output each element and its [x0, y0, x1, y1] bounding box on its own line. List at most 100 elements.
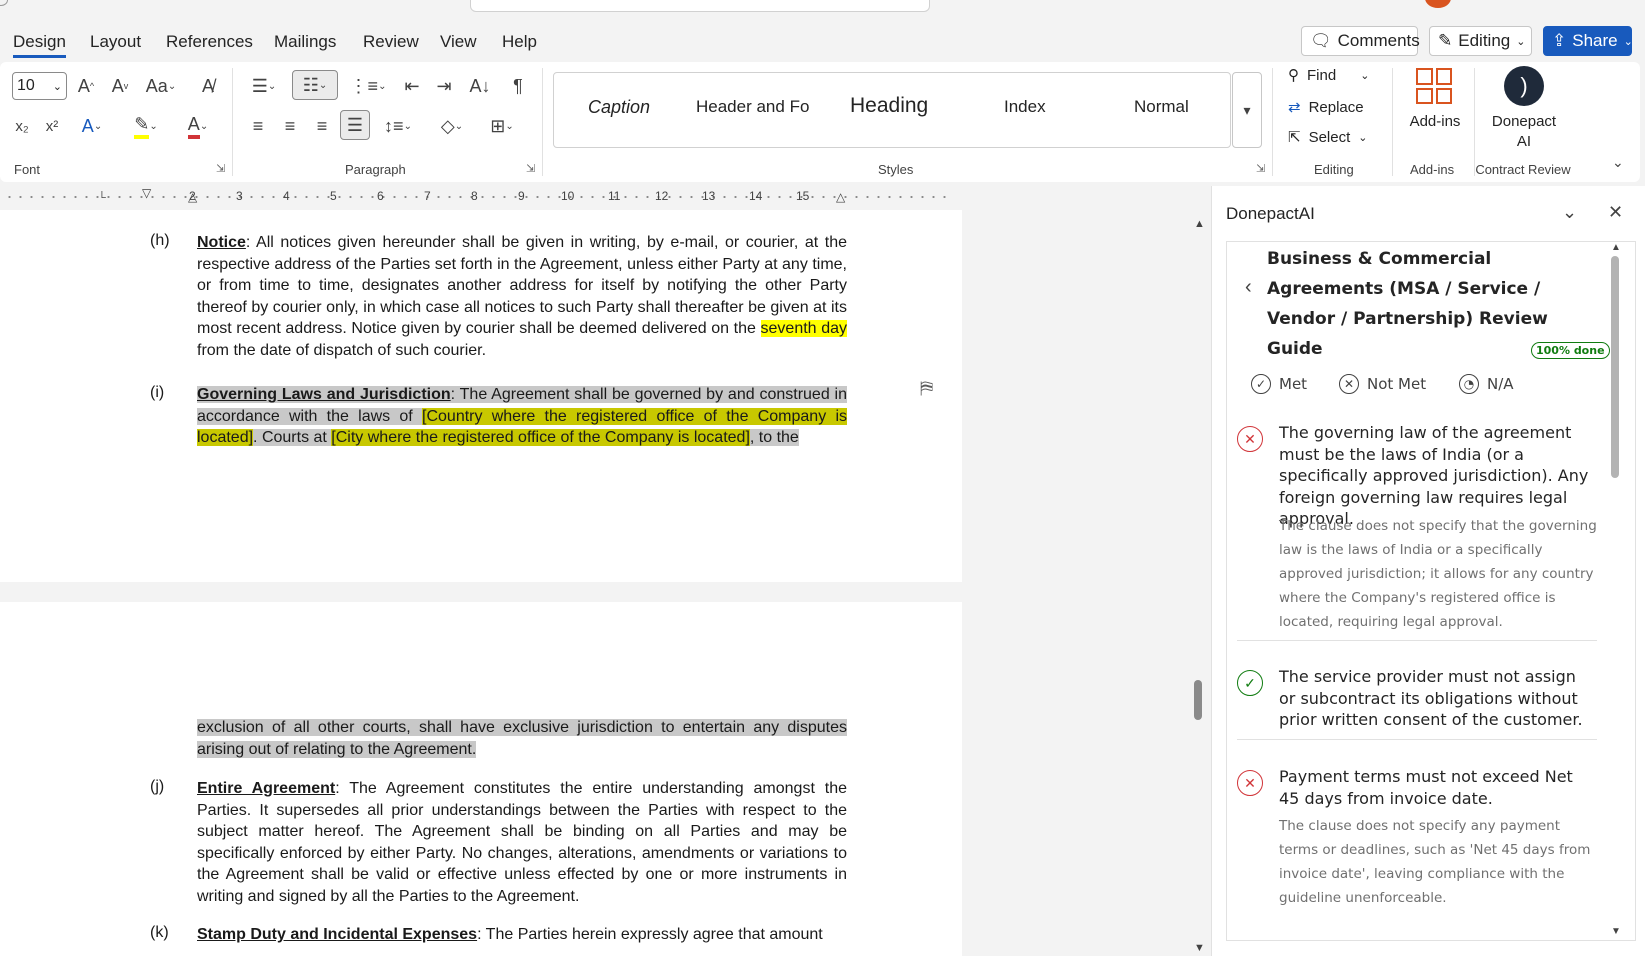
back-chevron-icon[interactable]: ‹ — [1245, 276, 1252, 299]
divider — [1237, 739, 1597, 740]
tab-help[interactable]: Help — [502, 32, 537, 52]
scroll-down-icon[interactable]: ▼ — [1194, 942, 1205, 954]
guideline-text: The service provider must not assign or … — [1279, 667, 1583, 729]
clause-entire-agreement[interactable]: Entire Agreement: The Agreement constitu… — [197, 778, 847, 908]
addins-button[interactable]: Add-ins — [1400, 64, 1470, 154]
clause-governing-law-continued[interactable]: exclusion of all other courts, shall hav… — [197, 717, 847, 760]
tab-layout[interactable]: Layout — [90, 32, 141, 52]
tab-design[interactable]: Design — [13, 32, 66, 58]
scrollbar-thumb[interactable] — [1194, 680, 1202, 720]
increase-indent-icon[interactable]: ⇥ — [432, 74, 456, 98]
contract-review-group-label: Contract Review — [1475, 162, 1571, 177]
ribbon-tabs: Design Layout References Mailings Review… — [0, 22, 1645, 62]
filter-not-met[interactable]: ✕ Not Met — [1339, 374, 1426, 394]
window-control-icon[interactable] — [0, 0, 8, 6]
group-divider — [542, 68, 543, 176]
clause-letter: (j) — [150, 778, 165, 795]
clause-notice[interactable]: Notice: All notices given hereunder shal… — [197, 232, 847, 362]
align-right-icon[interactable]: ≡ — [310, 114, 334, 138]
justify-icon[interactable]: ☰ — [340, 110, 370, 140]
check-circle-icon: ✓ — [1237, 670, 1263, 696]
tab-references[interactable]: References — [166, 32, 253, 52]
show-formatting-icon[interactable]: ¶ — [506, 74, 530, 98]
style-index[interactable]: Index — [1004, 97, 1046, 117]
chevron-down-icon[interactable]: ⌄ — [1562, 202, 1577, 223]
pane-scrollbar-thumb[interactable] — [1611, 256, 1619, 478]
pencil-icon: ✎ — [1438, 31, 1453, 50]
multilevel-list-icon[interactable]: ⋮≡ ⌄ — [348, 74, 388, 98]
sort-icon[interactable]: A↓ — [468, 74, 492, 98]
editing-mode-button[interactable]: ✎ Editing ⌄ — [1429, 26, 1532, 56]
styles-more-icon[interactable]: ▾ — [1232, 72, 1262, 148]
font-color-icon[interactable]: A ⌄ — [176, 114, 220, 139]
shading-icon[interactable]: ◇ ⌄ — [432, 114, 472, 138]
avatar[interactable] — [1425, 0, 1451, 8]
clause-letter: (k) — [150, 924, 169, 941]
ruler-number: 12 — [655, 189, 669, 203]
change-case-icon[interactable]: Aa ⌄ — [142, 74, 180, 98]
bullets-icon[interactable]: ☰ ⌄ — [244, 74, 284, 98]
style-normal[interactable]: Normal — [1134, 97, 1189, 117]
filter-met[interactable]: ✓ Met — [1251, 374, 1307, 394]
filter-na[interactable]: ◔ N/A — [1459, 374, 1514, 394]
font-dialog-launcher-icon[interactable]: ⇲ — [216, 162, 225, 175]
font-size-select[interactable]: 10 ⌄ — [12, 72, 67, 100]
scroll-up-icon[interactable]: ▲ — [1611, 242, 1621, 253]
shrink-font-icon[interactable]: Av — [108, 74, 132, 98]
align-center-icon[interactable]: ≡ — [278, 114, 302, 138]
comment-marker-icon[interactable]: ⛿ — [920, 378, 933, 399]
share-icon: ⇪ — [1552, 31, 1567, 50]
vertical-scrollbar[interactable] — [1190, 210, 1206, 956]
replace-button[interactable]: ⇄ Replace — [1288, 98, 1364, 117]
tab-stop-icon[interactable]: └ — [98, 192, 106, 204]
scroll-down-icon[interactable]: ▼ — [1611, 926, 1621, 937]
chevron-down-icon: ⌄ — [1623, 35, 1633, 48]
align-left-icon[interactable]: ≡ — [246, 114, 270, 138]
chevron-down-icon: ⌄ — [1516, 35, 1526, 48]
borders-icon[interactable]: ⊞ ⌄ — [482, 114, 522, 138]
document-canvas[interactable]: (h) Notice: All notices given hereunder … — [0, 210, 1210, 956]
indent-marker-icon[interactable]: ▽ — [142, 186, 151, 200]
highlight-color-icon[interactable]: ✎ ⌄ — [124, 114, 168, 139]
document-page: exclusion of all other courts, shall hav… — [0, 602, 962, 956]
ruler-number: 5 — [330, 189, 337, 203]
comments-button[interactable]: 🗨 Comments — [1301, 26, 1420, 56]
scroll-up-icon[interactable]: ▲ — [1194, 218, 1205, 230]
search-box[interactable] — [470, 0, 930, 12]
styles-dialog-launcher-icon[interactable]: ⇲ — [1256, 162, 1265, 175]
text-effects-icon[interactable]: A ⌄ — [72, 114, 112, 138]
style-caption[interactable]: Caption — [588, 97, 650, 118]
select-button[interactable]: ⇱ Select ⌄ — [1288, 128, 1368, 147]
tab-mailings[interactable]: Mailings — [274, 32, 336, 52]
subscript-icon[interactable]: x₂ — [10, 114, 34, 138]
numbering-icon[interactable]: ☷ ⌄ — [292, 70, 338, 100]
clause-stamp-duty[interactable]: Stamp Duty and Incidental Expenses: The … — [197, 924, 847, 946]
donepact-ai-button[interactable]: ) Donepact AI — [1480, 64, 1568, 154]
ruler: ▽ △ △ └ 2 3 4 5 6 7 8 9 10 11 12 13 14 1… — [0, 186, 1210, 206]
collapse-ribbon-icon[interactable]: ⌄ — [1612, 154, 1624, 171]
line-spacing-icon[interactable]: ↕≡ ⌄ — [378, 114, 418, 138]
ruler-number: 6 — [377, 189, 384, 203]
highlighted-text: seventh day — [760, 320, 847, 338]
donepact-logo-icon: ) — [1504, 66, 1544, 106]
style-header-and-footer[interactable]: Header and Fo — [696, 97, 809, 117]
indent-marker-icon[interactable]: △ — [836, 190, 845, 204]
decrease-indent-icon[interactable]: ⇤ — [400, 74, 424, 98]
clear-formatting-icon[interactable]: A̸ — [196, 74, 220, 98]
close-icon[interactable]: ✕ — [1608, 202, 1623, 223]
paragraph-dialog-launcher-icon[interactable]: ⇲ — [526, 162, 535, 175]
tab-review[interactable]: Review — [363, 32, 419, 52]
superscript-icon[interactable]: x² — [40, 114, 64, 138]
ruler-number: 2 — [189, 189, 196, 203]
tab-view[interactable]: View — [440, 32, 477, 52]
share-button[interactable]: ⇪ Share ⌄ — [1543, 26, 1633, 56]
clause-governing-law[interactable]: Governing Laws and Jurisdiction: The Agr… — [197, 384, 847, 449]
ruler-number: 14 — [749, 189, 763, 203]
grow-font-icon[interactable]: A ^ — [74, 74, 98, 98]
cursor-icon: ⇱ — [1288, 129, 1301, 146]
addins-grid-icon — [1416, 68, 1452, 104]
style-heading[interactable]: Heading — [850, 94, 928, 118]
group-divider — [232, 68, 233, 176]
font-group-label: Font — [14, 162, 41, 177]
find-button[interactable]: ⚲ Find ⌄ — [1288, 66, 1369, 85]
